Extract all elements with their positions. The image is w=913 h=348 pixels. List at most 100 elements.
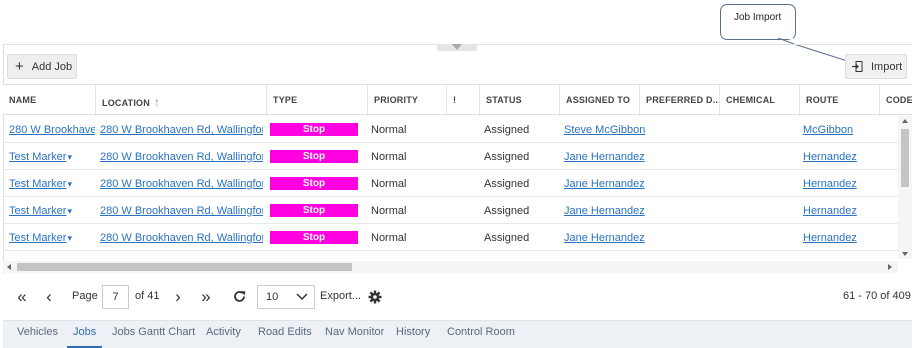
import-button[interactable]: Import xyxy=(845,54,907,79)
export-button[interactable]: Export... xyxy=(320,290,361,302)
job-type-badge: Stop xyxy=(270,150,358,163)
tab-road-edits[interactable]: Road Edits xyxy=(258,326,312,348)
tab-jobs-gantt-chart[interactable]: Jobs Gantt Chart xyxy=(112,326,195,348)
column-label: PRIORITY xyxy=(374,95,419,105)
callout-text: Job Import xyxy=(734,12,782,23)
column-label: ROUTE xyxy=(806,95,839,105)
column-header-route[interactable]: ROUTE xyxy=(799,85,879,116)
pagination-bar: « ‹ Page 7 of 41 › » 10 Export... 61 - 7… xyxy=(3,274,912,320)
chevron-down-icon[interactable]: ▾ xyxy=(67,152,72,162)
job-name-link[interactable]: Test Marker xyxy=(9,178,66,190)
tab-activity[interactable]: Activity xyxy=(206,326,241,348)
route-link[interactable]: Hernandez xyxy=(803,151,857,163)
column-label: PREFERRED D... xyxy=(646,95,719,105)
column-header-priority[interactable]: PRIORITY xyxy=(367,85,446,116)
job-status: Assigned xyxy=(484,124,530,136)
assigned-to-link[interactable]: Jane Hernandez xyxy=(564,232,645,244)
collapse-arrow-icon xyxy=(452,44,462,50)
tab-history[interactable]: History xyxy=(396,326,430,348)
job-location-link[interactable]: 280 W Brookhaven Rd, Wallingford xyxy=(100,178,263,190)
chevron-down-icon[interactable]: ▾ xyxy=(67,206,72,216)
assigned-to-link[interactable]: Jane Hernandez xyxy=(564,178,645,190)
import-icon xyxy=(852,61,863,72)
refresh-icon[interactable] xyxy=(233,290,246,303)
gear-icon[interactable] xyxy=(368,290,382,304)
tab-vehicles[interactable]: Vehicles xyxy=(17,326,58,348)
job-type-badge: Stop xyxy=(270,231,358,244)
column-header-code[interactable]: CODE xyxy=(879,85,912,116)
job-location-link[interactable]: 280 W Brookhaven Rd, Wallingford xyxy=(100,205,263,217)
column-label: NAME xyxy=(9,95,37,105)
page-label: Page xyxy=(72,290,98,302)
assigned-to-link[interactable]: Jane Hernandez xyxy=(564,151,645,163)
previous-page-icon[interactable]: ‹ xyxy=(41,286,57,308)
column-header-type[interactable]: TYPE xyxy=(266,85,367,116)
page-number-input[interactable]: 7 xyxy=(102,285,129,309)
next-page-icon[interactable]: › xyxy=(170,286,186,308)
horizontal-scroll-thumb[interactable] xyxy=(17,263,352,271)
route-link[interactable]: McGibbon xyxy=(803,124,853,136)
job-location-link[interactable]: 280 W Brookhaven Rd, Wallingford xyxy=(100,232,263,244)
chevron-down-icon[interactable]: ▾ xyxy=(67,179,72,189)
vertical-scrollbar[interactable] xyxy=(898,116,912,259)
chevron-down-icon xyxy=(296,293,308,301)
tab-jobs[interactable]: Jobs xyxy=(67,326,103,348)
column-header-alert[interactable]: ! xyxy=(446,85,479,116)
tab-control-room[interactable]: Control Room xyxy=(447,326,515,348)
column-label: TYPE xyxy=(273,95,298,105)
column-label: ! xyxy=(453,95,457,105)
job-priority: Normal xyxy=(371,151,407,163)
table-row[interactable]: Test Marker▾ 280 W Brookhaven Rd, Wallin… xyxy=(3,170,898,197)
job-name-link[interactable]: Test Marker xyxy=(9,205,66,217)
add-job-button[interactable]: + Add Job xyxy=(7,54,77,79)
column-header-chemical[interactable]: CHEMICAL xyxy=(719,85,799,116)
route-link[interactable]: Hernandez xyxy=(803,178,857,190)
horizontal-scrollbar[interactable] xyxy=(3,261,898,273)
scroll-up-icon[interactable] xyxy=(902,119,908,123)
chevron-down-icon[interactable]: ▾ xyxy=(67,233,72,243)
tab-nav-monitor[interactable]: Nav Monitor xyxy=(325,326,384,348)
collapse-handle[interactable] xyxy=(437,44,477,51)
column-label: LOCATION xyxy=(102,98,150,108)
column-label: CODE xyxy=(886,95,912,105)
column-label: CHEMICAL xyxy=(726,95,776,105)
scroll-right-icon[interactable] xyxy=(888,264,892,270)
scroll-down-icon[interactable] xyxy=(902,252,908,256)
job-name-link[interactable]: Test Marker xyxy=(9,151,66,163)
job-name-link[interactable]: Test Marker xyxy=(9,232,66,244)
assigned-to-link[interactable]: Steve McGibbon xyxy=(564,124,645,136)
bottom-tab-bar: Vehicles Jobs Jobs Gantt Chart Activity … xyxy=(3,320,912,348)
column-label: ASSIGNED TO xyxy=(566,95,631,105)
add-job-label: Add Job xyxy=(31,60,73,73)
job-name-link[interactable]: 280 W Brookhaven xyxy=(9,124,95,136)
column-header-name[interactable]: NAME xyxy=(3,85,95,116)
column-header-location[interactable]: LOCATION ↑ xyxy=(95,85,266,116)
first-page-icon[interactable]: « xyxy=(12,286,32,308)
job-type-badge: Stop xyxy=(270,177,358,190)
job-status: Assigned xyxy=(484,151,530,163)
job-priority: Normal xyxy=(371,178,407,190)
assigned-to-link[interactable]: Jane Hernandez xyxy=(564,205,645,217)
job-priority: Normal xyxy=(371,205,407,217)
column-header-assigned-to[interactable]: ASSIGNED TO xyxy=(559,85,639,116)
page-size-select[interactable]: 10 xyxy=(257,285,315,309)
table-row[interactable]: 280 W Brookhaven 280 W Brookhaven Rd, Wa… xyxy=(3,116,898,143)
table-row[interactable]: Test Marker▾ 280 W Brookhaven Rd, Wallin… xyxy=(3,143,898,170)
table-row[interactable]: Test Marker▾ 280 W Brookhaven Rd, Wallin… xyxy=(3,224,898,251)
route-link[interactable]: Hernandez xyxy=(803,232,857,244)
column-header-preferred-date[interactable]: PREFERRED D... xyxy=(639,85,719,116)
table-row[interactable]: Test Marker▾ 280 W Brookhaven Rd, Wallin… xyxy=(3,197,898,224)
plus-icon: + xyxy=(15,58,24,75)
column-label: STATUS xyxy=(486,95,522,105)
last-page-icon[interactable]: » xyxy=(196,286,216,308)
scroll-left-icon[interactable] xyxy=(7,264,11,270)
job-location-link[interactable]: 280 W Brookhaven Rd, Wallingford xyxy=(100,124,263,136)
job-priority: Normal xyxy=(371,124,407,136)
grid-header: NAME LOCATION ↑ TYPE PRIORITY ! STATUS AS… xyxy=(3,84,912,116)
job-type-badge: Stop xyxy=(270,123,358,136)
job-status: Assigned xyxy=(484,178,530,190)
column-header-status[interactable]: STATUS xyxy=(479,85,559,116)
job-location-link[interactable]: 280 W Brookhaven Rd, Wallingford xyxy=(100,151,263,163)
route-link[interactable]: Hernandez xyxy=(803,205,857,217)
vertical-scroll-thumb[interactable] xyxy=(901,129,909,187)
